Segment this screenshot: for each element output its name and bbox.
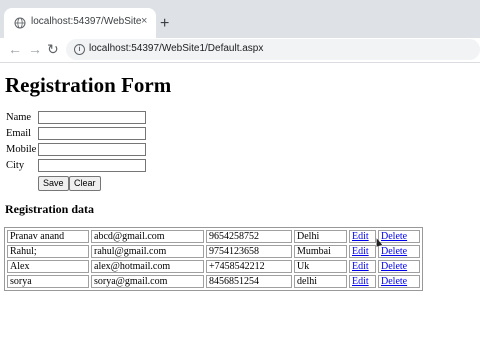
delete-link[interactable]: Delete <box>381 261 407 272</box>
new-tab-button[interactable]: + <box>160 16 169 32</box>
name-cell: Rahul; <box>7 245 89 258</box>
mobile-input[interactable] <box>38 143 146 156</box>
registration-data-heading: Registration data <box>5 202 94 216</box>
email-cell: sorya@gmail.com <box>91 275 204 288</box>
email-cell: abcd@gmail.com <box>91 230 204 243</box>
name-cell: Alex <box>7 260 89 273</box>
save-button[interactable]: Save <box>38 176 69 191</box>
email-cell: rahul@gmail.com <box>91 245 204 258</box>
email-label: Email <box>6 128 32 139</box>
delete-link[interactable]: Delete <box>381 231 407 242</box>
url-text[interactable]: localhost:54397/WebSite1/Default.aspx <box>89 43 263 54</box>
page-content: Registration Form Name Email Mobile City… <box>0 63 480 360</box>
close-icon[interactable]: × <box>141 14 147 28</box>
mobile-cell: 8456851254 <box>206 275 292 288</box>
table-row: sorya sorya@gmail.com 8456851254 delhi E… <box>7 275 420 288</box>
email-input[interactable] <box>38 127 146 140</box>
tab-strip: localhost:54397/WebSite1/Defa... × + <box>0 0 480 38</box>
table-row: Rahul; rahul@gmail.com 9754123658 Mumbai… <box>7 245 420 258</box>
name-label: Name <box>6 112 32 123</box>
city-input[interactable] <box>38 159 146 172</box>
address-bar[interactable]: i localhost:54397/WebSite1/Default.aspx <box>66 39 480 60</box>
browser-window: localhost:54397/WebSite1/Defa... × + ← →… <box>0 0 480 360</box>
browser-tab[interactable]: localhost:54397/WebSite1/Defa... × <box>4 8 156 38</box>
clear-button[interactable]: Clear <box>69 176 101 191</box>
edit-link[interactable]: Edit <box>352 246 369 257</box>
mobile-cell: 9654258752 <box>206 230 292 243</box>
forward-arrow-icon[interactable]: → <box>28 41 42 57</box>
edit-link[interactable]: Edit <box>352 276 369 287</box>
name-cell: sorya <box>7 275 89 288</box>
city-cell: Delhi <box>294 230 347 243</box>
edit-link[interactable]: Edit <box>352 231 369 242</box>
city-label: City <box>6 160 25 171</box>
city-cell: Uk <box>294 260 347 273</box>
mobile-cell: +7458542212 <box>206 260 292 273</box>
name-input[interactable] <box>38 111 146 124</box>
mobile-cell: 9754123658 <box>206 245 292 258</box>
email-cell: alex@hotmail.com <box>91 260 204 273</box>
edit-link[interactable]: Edit <box>352 261 369 272</box>
name-cell: Pranav anand <box>7 230 89 243</box>
reload-icon[interactable]: ↻ <box>47 41 59 57</box>
delete-link[interactable]: Delete <box>381 276 407 287</box>
page-title: Registration Form <box>5 73 172 97</box>
tab-title: localhost:54397/WebSite1/Defa... <box>31 16 141 27</box>
globe-icon <box>14 17 26 29</box>
city-cell: delhi <box>294 275 347 288</box>
city-cell: Mumbai <box>294 245 347 258</box>
mobile-label: Mobile <box>6 144 37 155</box>
table-row: Alex alex@hotmail.com +7458542212 Uk Edi… <box>7 260 420 273</box>
back-arrow-icon[interactable]: ← <box>8 41 22 57</box>
info-icon[interactable]: i <box>74 44 85 55</box>
delete-link[interactable]: Delete <box>381 246 407 257</box>
browser-toolbar: ← → ↻ i localhost:54397/WebSite1/Default… <box>0 38 480 63</box>
table-row: Pranav anand abcd@gmail.com 9654258752 D… <box>7 230 420 243</box>
registration-table: Pranav anand abcd@gmail.com 9654258752 D… <box>4 227 423 291</box>
